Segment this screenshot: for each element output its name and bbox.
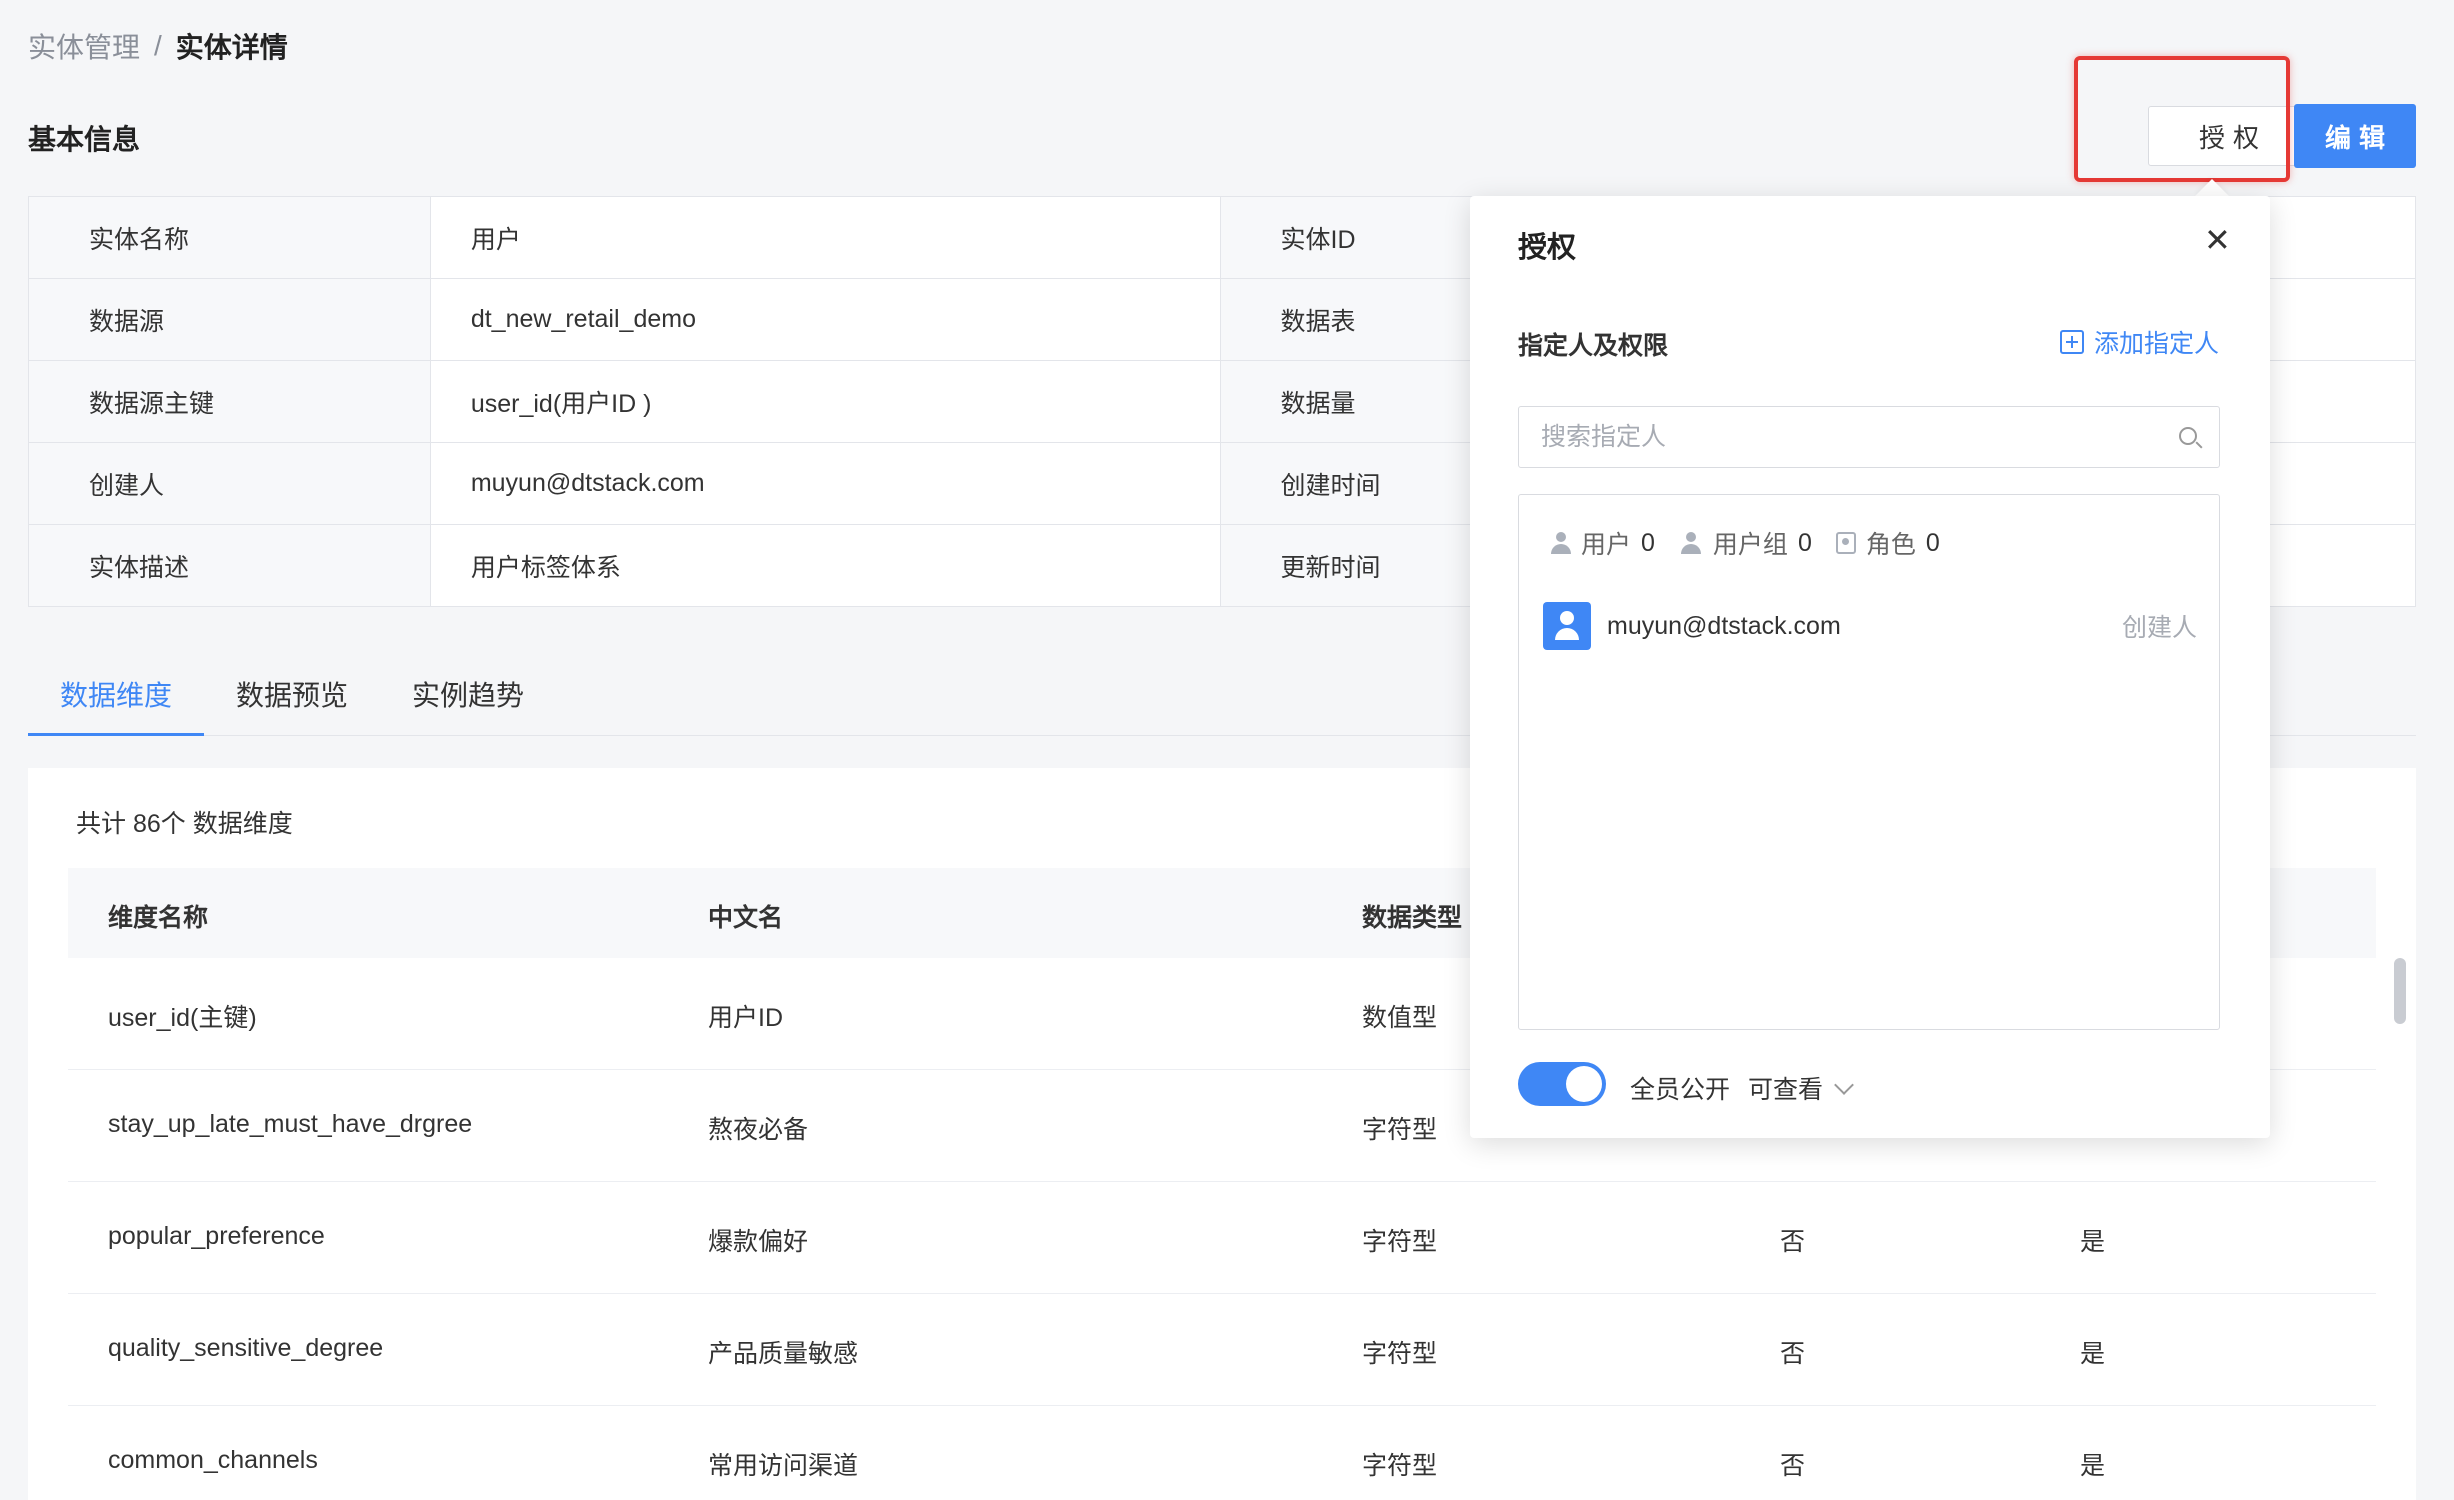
group-count-label: 用户组 xyxy=(1712,531,1788,559)
user-group-icon xyxy=(1679,532,1703,554)
info-value: 用户标签体系 xyxy=(429,524,1221,607)
assignee-search xyxy=(1518,406,2220,468)
user-icon xyxy=(1551,532,1571,554)
user-count-label: 用户 xyxy=(1581,531,1632,559)
toggle-knob xyxy=(1566,1066,1602,1102)
info-value: user_id(用户ID ) xyxy=(429,360,1221,443)
public-toggle[interactable] xyxy=(1518,1062,1606,1106)
tab-data-preview[interactable]: 数据预览 xyxy=(204,660,380,736)
assignee-list: 用户 0 用户组 0 角色 0 muyun@dtstack.com 创建人 xyxy=(1518,494,2220,1030)
cell-name: user_id(主键) xyxy=(108,1004,257,1032)
cell-flag-b: 是 xyxy=(2080,1340,2106,1368)
info-label: 实体名称 xyxy=(28,196,431,279)
cell-type: 字符型 xyxy=(1362,1116,1438,1144)
cell-flag-a: 否 xyxy=(1780,1228,1806,1256)
permission-select[interactable]: 可查看 xyxy=(1748,1070,1854,1106)
cell-name: common_channels xyxy=(108,1446,318,1474)
cell-type: 字符型 xyxy=(1362,1340,1438,1368)
cell-cn: 常用访问渠道 xyxy=(708,1452,859,1480)
add-assignee-label: 添加指定人 xyxy=(2094,330,2220,358)
info-value: 用户 xyxy=(429,196,1221,279)
add-assignee-button[interactable]: 添加指定人 xyxy=(2060,324,2219,360)
header-name: 维度名称 xyxy=(108,904,209,932)
group-count[interactable]: 用户组 0 xyxy=(1679,525,1812,561)
entity-detail-page: 实体管理 / 实体详情 基本信息 授权 编辑 实体名称 用户 实体ID 数据源 … xyxy=(0,0,2454,1500)
cell-name: stay_up_late_must_have_drgree xyxy=(108,1110,473,1138)
header-type: 数据类型 xyxy=(1362,904,1463,932)
header-cn: 中文名 xyxy=(708,904,784,932)
assignee-counts: 用户 0 用户组 0 角色 0 xyxy=(1551,525,1940,561)
info-value: dt_new_retail_demo xyxy=(429,278,1221,361)
info-label: 实体描述 xyxy=(28,524,431,607)
user-count-value: 0 xyxy=(1641,528,1655,557)
search-icon[interactable] xyxy=(2179,427,2197,445)
table-row: quality_sensitive_degree 产品质量敏感 字符型 否 是 xyxy=(68,1294,2376,1406)
tab-instance-trend[interactable]: 实例趋势 xyxy=(380,660,556,736)
role-count-label: 角色 xyxy=(1865,531,1916,559)
cell-type: 数值型 xyxy=(1362,1004,1438,1032)
info-label: 数据源 xyxy=(28,278,431,361)
list-item[interactable]: muyun@dtstack.com 创建人 xyxy=(1543,601,2197,651)
role-count[interactable]: 角色 0 xyxy=(1835,525,1940,561)
cell-name: quality_sensitive_degree xyxy=(108,1334,384,1362)
member-role: 创建人 xyxy=(2121,614,2197,642)
close-icon[interactable]: ✕ xyxy=(2204,224,2231,256)
breadcrumb-current: 实体详情 xyxy=(175,32,288,63)
role-count-value: 0 xyxy=(1925,528,1940,557)
popover-title: 授权 xyxy=(1518,232,1577,264)
cell-flag-b: 是 xyxy=(2080,1228,2106,1256)
plus-square-icon xyxy=(2060,330,2084,354)
member-email: muyun@dtstack.com xyxy=(1607,611,1841,640)
chevron-down-icon xyxy=(1834,1075,1854,1095)
breadcrumb: 实体管理 / 实体详情 xyxy=(28,26,288,66)
role-icon xyxy=(1835,532,1856,554)
user-count[interactable]: 用户 0 xyxy=(1551,525,1655,561)
auth-popover: 授权 ✕ 指定人及权限 添加指定人 用户 0 用户组 0 xyxy=(1470,196,2270,1138)
table-scrollbar[interactable] xyxy=(2394,958,2406,1024)
public-label: 全员公开 xyxy=(1630,1076,1731,1104)
cell-type: 字符型 xyxy=(1362,1228,1438,1256)
cell-cn: 用户ID xyxy=(708,1004,784,1032)
section-title: 基本信息 xyxy=(28,124,141,155)
cell-type: 字符型 xyxy=(1362,1452,1438,1480)
table-row: popular_preference 爆款偏好 字符型 否 是 xyxy=(68,1182,2376,1294)
avatar xyxy=(1543,602,1591,650)
assignee-section-title: 指定人及权限 xyxy=(1518,332,1669,360)
breadcrumb-separator: / xyxy=(154,30,162,61)
cell-name: popular_preference xyxy=(108,1222,325,1250)
cell-cn: 熬夜必备 xyxy=(708,1116,809,1144)
edit-button[interactable]: 编辑 xyxy=(2294,104,2416,168)
info-value: muyun@dtstack.com xyxy=(429,442,1221,525)
tab-data-dimensions[interactable]: 数据维度 xyxy=(28,660,205,736)
group-count-value: 0 xyxy=(1797,528,1812,557)
cell-flag-b: 是 xyxy=(2080,1452,2106,1480)
dimension-total: 共计 86个 数据维度 xyxy=(76,810,293,838)
permission-value: 可查看 xyxy=(1748,1076,1824,1104)
assignee-search-input[interactable] xyxy=(1541,422,2141,452)
cell-flag-a: 否 xyxy=(1780,1340,1806,1368)
table-row: common_channels 常用访问渠道 字符型 否 是 xyxy=(68,1406,2376,1500)
cell-cn: 产品质量敏感 xyxy=(708,1340,859,1368)
breadcrumb-parent-link[interactable]: 实体管理 xyxy=(28,26,140,66)
cell-flag-a: 否 xyxy=(1780,1452,1806,1480)
info-label: 数据源主键 xyxy=(28,360,431,443)
info-label: 创建人 xyxy=(28,442,431,525)
auth-button[interactable]: 授权 xyxy=(2148,106,2310,166)
cell-cn: 爆款偏好 xyxy=(708,1228,809,1256)
